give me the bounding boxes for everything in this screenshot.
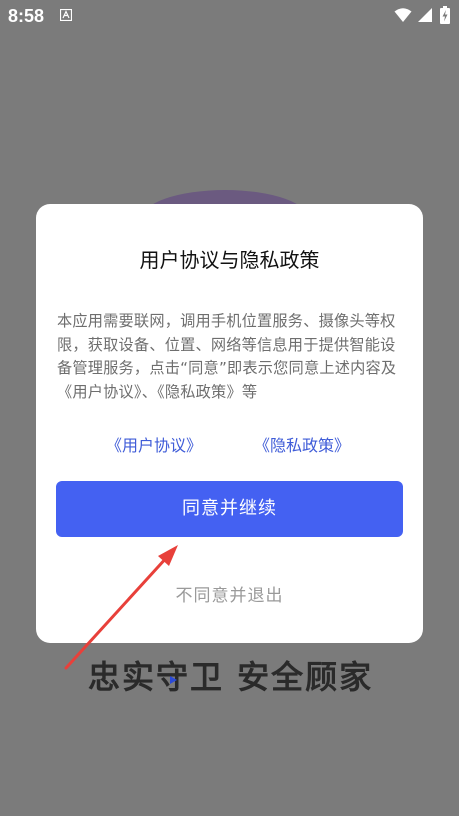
slogan-text: 忠实守卫 安全顾家 xyxy=(88,658,374,696)
status-bar: 8:58 xyxy=(0,0,459,32)
signal-icon xyxy=(418,8,432,22)
status-time: 8:58 xyxy=(8,6,45,26)
dialog-body-text: 本应用需要联网，调用手机位置服务、摄像头等权限，获取设备、位置、网络等信息用于提… xyxy=(57,312,397,401)
privacy-policy-link[interactable]: 《隐私政策》 xyxy=(254,432,350,456)
battery-charging-icon xyxy=(440,6,450,24)
play-icon xyxy=(170,676,177,684)
privacy-dialog: 用户协议与隐私政策 本应用需要联网，调用手机位置服务、摄像头等权限，获取设备、位… xyxy=(36,204,423,643)
disagree-exit-button[interactable]: 不同意并退出 xyxy=(36,581,423,606)
wifi-icon xyxy=(394,8,412,22)
a-icon xyxy=(60,9,72,21)
dialog-title: 用户协议与隐私政策 xyxy=(139,248,320,272)
user-agreement-link[interactable]: 《用户协议》 xyxy=(106,432,202,456)
agree-continue-button[interactable]: 同意并继续 xyxy=(56,481,403,537)
